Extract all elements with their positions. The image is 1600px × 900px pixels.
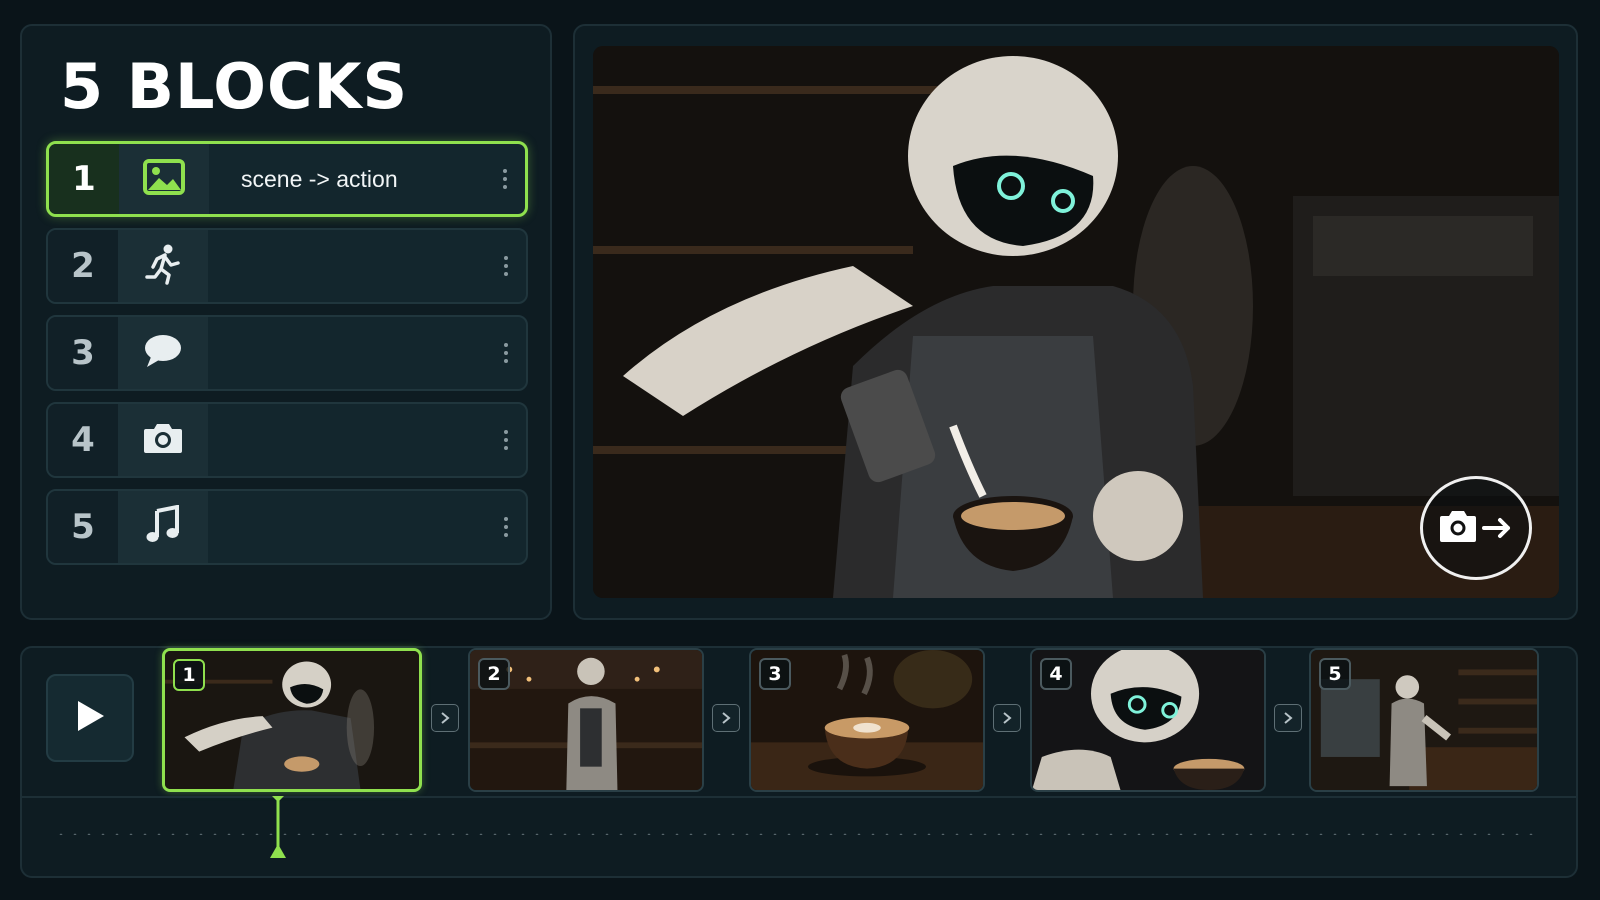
next-clip-button[interactable]: [1274, 704, 1302, 732]
clip-number-badge: 5: [1319, 658, 1351, 690]
page-title: 5 BLOCKS: [60, 50, 409, 123]
timeline-clip-4[interactable]: 4: [1030, 648, 1266, 792]
playhead-handle[interactable]: [268, 796, 288, 860]
preview-panel: [573, 24, 1578, 620]
image-icon: [142, 158, 186, 201]
block-item-4[interactable]: 4: [46, 402, 528, 478]
block-menu-button[interactable]: [486, 317, 526, 389]
chevron-right-icon: [1003, 712, 1012, 724]
capture-frame-button[interactable]: [1420, 476, 1532, 580]
play-icon: [74, 699, 106, 738]
kebab-menu-icon: [504, 430, 508, 450]
block-number: 4: [48, 404, 118, 476]
block-menu-button[interactable]: [486, 491, 526, 563]
timeline-divider: [22, 796, 1576, 798]
clip-number-badge: 2: [478, 658, 510, 690]
running-person-icon: [143, 243, 183, 290]
block-menu-button[interactable]: [486, 404, 526, 476]
block-label[interactable]: [208, 491, 486, 563]
chevron-right-icon: [722, 712, 731, 724]
block-label[interactable]: [208, 230, 486, 302]
block-item-1[interactable]: 1 scene -> action: [46, 141, 528, 217]
next-clip-button[interactable]: [712, 704, 740, 732]
block-menu-button[interactable]: [486, 230, 526, 302]
clip-number-badge: 4: [1040, 658, 1072, 690]
block-menu-button[interactable]: [485, 144, 525, 214]
blocks-panel: 5 BLOCKS 1 scene -> action 2 3 4 5: [20, 24, 552, 620]
kebab-menu-icon: [504, 517, 508, 537]
timeline-clip-1[interactable]: 1: [162, 648, 422, 792]
block-number: 5: [48, 491, 118, 563]
block-label[interactable]: [208, 404, 486, 476]
kebab-menu-icon: [503, 169, 507, 189]
block-number: 3: [48, 317, 118, 389]
block-label[interactable]: scene -> action: [209, 144, 485, 214]
preview-image: [593, 46, 1559, 598]
clip-number-badge: 3: [759, 658, 791, 690]
clip-number-badge: 1: [173, 659, 205, 691]
chevron-right-icon: [441, 712, 450, 724]
timeline-clip-5[interactable]: 5: [1309, 648, 1539, 792]
kebab-menu-icon: [504, 256, 508, 276]
music-note-icon: [144, 504, 182, 550]
camera-arrow-icon: [1438, 506, 1514, 551]
timeline-clip-3[interactable]: 3: [749, 648, 985, 792]
block-item-2[interactable]: 2: [46, 228, 528, 304]
next-clip-button[interactable]: [993, 704, 1021, 732]
block-item-3[interactable]: 3: [46, 315, 528, 391]
block-number: 2: [48, 230, 118, 302]
speech-bubble-icon: [143, 333, 183, 374]
kebab-menu-icon: [504, 343, 508, 363]
play-button[interactable]: [46, 674, 134, 762]
block-label[interactable]: [208, 317, 486, 389]
chevron-right-icon: [1284, 712, 1293, 724]
block-item-5[interactable]: 5: [46, 489, 528, 565]
block-number: 1: [49, 144, 119, 214]
timeline-panel: 1 2 3 4 5: [20, 646, 1578, 878]
timeline-clip-2[interactable]: 2: [468, 648, 704, 792]
next-clip-button[interactable]: [431, 704, 459, 732]
camera-icon: [142, 421, 184, 460]
